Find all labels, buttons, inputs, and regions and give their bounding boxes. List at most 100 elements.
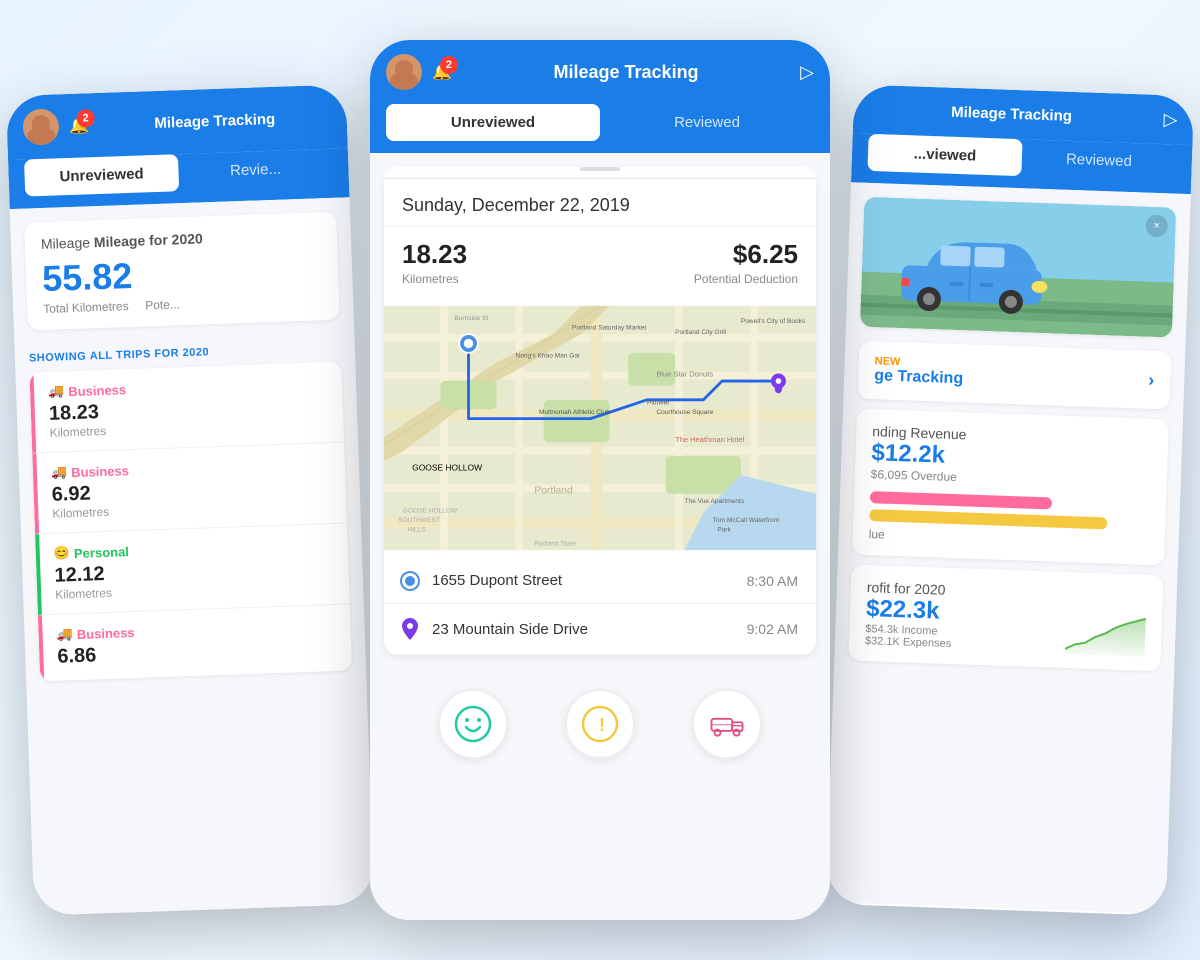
profit-card: rofit for 2020 $22.3k $54.3k Income $32.… [848, 565, 1163, 672]
header-title: Mileage Tracking [462, 62, 790, 83]
bar-due [869, 509, 1107, 529]
mileage-total: 55.82 [41, 248, 322, 300]
profit-amount: $22.3k [866, 595, 953, 626]
send-icon[interactable]: ▷ [1163, 109, 1178, 130]
smile-icon [454, 705, 492, 743]
revenue-row: nding Revenue $12.2k $6,095 Overdue [871, 423, 1153, 491]
svg-text:Multnomah Athletic Club: Multnomah Athletic Club [539, 409, 610, 416]
svg-text:The Heathman Hotel: The Heathman Hotel [675, 435, 745, 444]
location-to: 23 Mountain Side Drive 9:02 AM [384, 604, 816, 655]
circle-icon: 😊 [54, 545, 71, 562]
from-time: 8:30 AM [747, 573, 798, 589]
svg-text:GOOSE HOLLOW: GOOSE HOLLOW [412, 462, 482, 472]
avatar[interactable] [22, 108, 59, 145]
svg-text:Portland State: Portland State [534, 540, 576, 547]
truck-icon [708, 705, 746, 743]
left-phone: 🔔 2 Mileage Tracking Unreviewed Revie...… [6, 84, 374, 915]
truck-icon: 🚚 [51, 464, 68, 481]
svg-text:HILLS: HILLS [407, 526, 426, 533]
from-dot [402, 573, 418, 589]
trip-item[interactable]: 😊 Personal 12.12 Kilometres [35, 524, 350, 616]
tab-reviewed[interactable]: Reviewed [1021, 139, 1176, 181]
svg-text:SOUTHWEST: SOUTHWEST [398, 517, 440, 524]
profit-chart [1065, 614, 1146, 657]
feature-title: ge Tracking [874, 367, 963, 388]
vehicle-button[interactable] [692, 689, 762, 759]
km-value: 18.23 [402, 239, 467, 270]
trip-stats: 18.23 Kilometres $6.25 Potential Deducti… [384, 227, 816, 298]
notification-badge[interactable]: 🔔 2 [432, 62, 452, 82]
truck-icon: 🚚 [48, 383, 65, 400]
center-header: 🔔 2 Mileage Tracking ▷ [370, 40, 830, 104]
header-title: Mileage Tracking [869, 101, 1154, 128]
to-pin-icon [402, 618, 418, 640]
svg-text:Courthouse Square: Courthouse Square [656, 409, 713, 416]
svg-text:Park: Park [717, 526, 731, 533]
svg-text:Powell's City of Books: Powell's City of Books [741, 318, 806, 325]
car-banner: × [860, 197, 1176, 338]
approve-button[interactable] [438, 689, 508, 759]
swipe-indicator [384, 167, 816, 179]
from-address: 1655 Dupont Street [432, 572, 733, 589]
svg-text:The Vue Apartments: The Vue Apartments [685, 498, 745, 505]
svg-text:!: ! [599, 715, 605, 735]
drag-handle [580, 167, 620, 171]
deduction-stat: $6.25 Potential Deduction [694, 239, 798, 286]
tab-reviewed[interactable]: Reviewed [600, 104, 814, 141]
svg-text:Portland Saturday Market: Portland Saturday Market [572, 324, 647, 331]
trip-item[interactable]: 🚚 Business 6.92 Kilometres [32, 443, 347, 535]
trip-map[interactable]: Powell's City of Books Powell's City of … [384, 298, 816, 558]
trip-item[interactable]: 🚚 Business 6.86 [38, 604, 352, 681]
send-icon[interactable]: ▷ [800, 62, 814, 83]
tab-bar: Unreviewed Reviewed [370, 104, 830, 153]
revenue-amount: $12.2k [871, 439, 966, 470]
tab-unreviewed[interactable]: Unreviewed [386, 104, 600, 141]
svg-text:Pioneer: Pioneer [647, 400, 670, 407]
svg-text:Portland City Grill: Portland City Grill [675, 329, 727, 336]
truck-icon: 🚚 [56, 626, 73, 643]
tab-reviewed[interactable]: Revie... [178, 149, 333, 191]
revenue-info: nding Revenue $12.2k $6,095 Overdue [871, 423, 967, 484]
left-content: Mileage Mileage for 2020 55.82 Total Kil… [10, 197, 374, 915]
trip-date: Sunday, December 22, 2019 [384, 179, 816, 227]
profit-info: rofit for 2020 $22.3k $54.3k Income $32.… [865, 579, 954, 650]
svg-text:GOOSE HOLLOW: GOOSE HOLLOW [403, 508, 458, 515]
revenue-card: nding Revenue $12.2k $6,095 Overdue lue [852, 409, 1169, 566]
mileage-period-label: Mileage Mileage for 2020 [41, 226, 321, 252]
tab-reviewed-active[interactable]: ...viewed [867, 134, 1022, 176]
center-phone: 🔔 2 Mileage Tracking ▷ Unreviewed Review… [370, 40, 830, 920]
to-address: 23 Mountain Side Drive [432, 621, 733, 638]
trip-list: 🚚 Business 18.23 Kilometres 🚚 Business 6… [29, 362, 352, 682]
deduction-label: Potential Deduction [694, 272, 798, 286]
svg-text:Tom McCall Waterfront: Tom McCall Waterfront [713, 517, 780, 524]
badge-count: 2 [76, 109, 95, 128]
svg-text:Nong's Khao Man Gai: Nong's Khao Man Gai [515, 353, 580, 360]
svg-text:Burnside St: Burnside St [454, 315, 488, 322]
center-content: Sunday, December 22, 2019 18.23 Kilometr… [370, 153, 830, 920]
right-content: × NEW ge Tracking › nding Revenue $12.2k… [826, 182, 1191, 913]
avatar[interactable] [386, 54, 422, 90]
tab-unreviewed[interactable]: Unreviewed [24, 154, 179, 196]
revenue-bars: lue [868, 491, 1150, 551]
flag-button[interactable]: ! [565, 689, 635, 759]
bar-overdue [870, 491, 1052, 509]
location-from: 1655 Dupont Street 8:30 AM [384, 558, 816, 604]
header-title: Mileage Tracking [98, 108, 331, 133]
to-time: 9:02 AM [747, 621, 798, 637]
notification-badge[interactable]: 🔔 2 [69, 115, 90, 136]
warning-icon: ! [581, 705, 619, 743]
map-svg: Powell's City of Books Powell's City of … [384, 298, 816, 558]
trip-item[interactable]: 🚚 Business 18.23 Kilometres [29, 362, 344, 454]
km-label: Kilometres [402, 272, 467, 286]
km-stat: 18.23 Kilometres [402, 239, 467, 286]
profit-expenses: $32.1K Expenses [865, 635, 952, 650]
mileage-summary-card: Mileage Mileage for 2020 55.82 Total Kil… [24, 212, 340, 331]
left-header: 🔔 2 Mileage Tracking [6, 84, 348, 160]
action-buttons: ! [370, 669, 830, 769]
chevron-right-icon[interactable]: › [1148, 369, 1155, 390]
svg-text:Portland: Portland [534, 486, 573, 497]
new-feature-card[interactable]: NEW ge Tracking › [857, 341, 1171, 410]
trip-detail-card: Sunday, December 22, 2019 18.23 Kilometr… [384, 179, 816, 655]
due-label: lue [868, 527, 1148, 551]
svg-text:Blue Star Donuts: Blue Star Donuts [656, 369, 713, 378]
